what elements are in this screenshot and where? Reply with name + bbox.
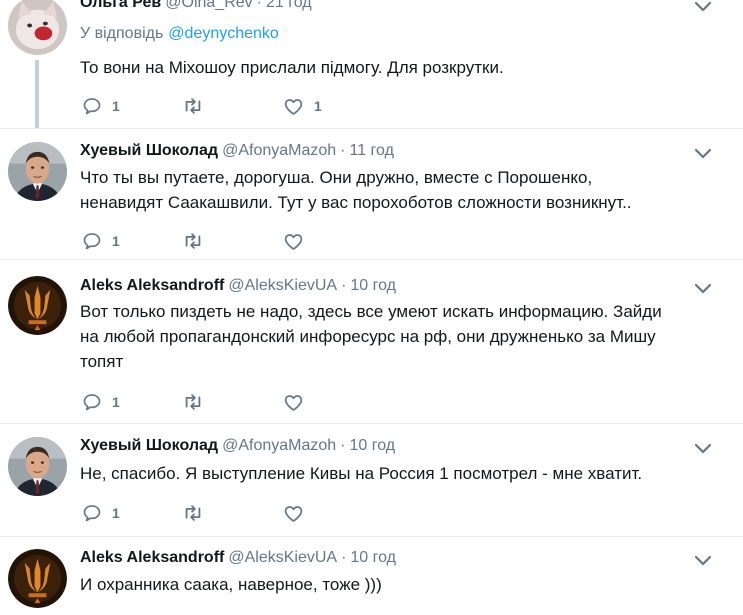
like-button[interactable] <box>283 502 304 524</box>
timestamp[interactable]: 10 год <box>350 549 396 566</box>
retweet-button[interactable] <box>182 230 204 252</box>
tweet-text-line: ненавидят Саакашвили. Тут у вас порохобо… <box>80 193 632 212</box>
reply-count: 1 <box>112 394 120 410</box>
separator-dot: · <box>341 549 347 566</box>
tweet-text-line: Вот только пиздеть не надо, здесь все ум… <box>80 302 662 321</box>
separator-dot: · <box>340 142 346 159</box>
reply-icon <box>82 392 102 412</box>
tweet-text-line: И охранника саака, наверное, тоже ))) <box>80 575 382 594</box>
chevron-down-icon[interactable] <box>693 554 713 568</box>
timestamp[interactable]: 10 год <box>349 437 395 454</box>
tweet-header: Хуевый Шоколад @AfonyaMazoh · 11 год <box>80 142 394 160</box>
user-handle[interactable]: @AfonyaMazoh <box>222 437 336 454</box>
tweet-text-line: на любой пропагандонский инфоресурс на р… <box>80 327 656 346</box>
avatar[interactable] <box>8 276 67 335</box>
reply-icon <box>82 231 102 251</box>
user-handle[interactable]: @AleksKievUA <box>228 277 337 294</box>
display-name[interactable]: Ольга Рев <box>80 0 161 11</box>
avatar[interactable] <box>8 437 67 496</box>
reply-button[interactable]: 1 <box>82 95 120 117</box>
user-handle[interactable]: @AfonyaMazoh <box>222 142 336 159</box>
tweet-header: Aleks Aleksandroff @AleksKievUA · 10 год <box>80 277 396 295</box>
heart-icon <box>283 392 304 413</box>
tweet-text-line: То вони на Міхошоу прислали підмогу. Для… <box>80 58 504 77</box>
user-handle[interactable]: @Olha_Rev <box>165 0 252 11</box>
reply-icon <box>82 96 102 116</box>
tweet-text: Не, спасибо. Я выступление Кивы на Росси… <box>80 461 720 486</box>
reply-button[interactable]: 1 <box>82 230 120 252</box>
retweet-button[interactable] <box>182 502 204 524</box>
separator-dot: · <box>341 277 347 294</box>
tweet-text: Вот только пиздеть не надо, здесь все ум… <box>80 299 720 374</box>
avatar[interactable] <box>8 0 67 55</box>
timestamp[interactable]: 10 год <box>350 277 396 294</box>
heart-icon <box>283 503 304 524</box>
avatar[interactable] <box>8 549 67 608</box>
tweet-text: И охранника саака, наверное, тоже ))) <box>80 572 720 597</box>
tweet[interactable]: Ольга Рев @Olha_Rev · 21 год У відповідь @de… <box>0 0 743 128</box>
like-count: 1 <box>314 98 322 114</box>
tweet-text-line: топят <box>80 352 124 371</box>
reply-prefix: У відповідь <box>80 25 164 42</box>
tweet-header: Хуевый Шоколад @AfonyaMazoh · 10 год <box>80 437 395 455</box>
display-name[interactable]: Aleks Aleksandroff <box>80 277 224 294</box>
display-name[interactable]: Aleks Aleksandroff <box>80 549 224 566</box>
retweet-button[interactable] <box>182 95 204 117</box>
tweet[interactable]: Хуевый Шоколад @AfonyaMazoh · 10 год Не, сп… <box>0 424 743 536</box>
tweet[interactable]: Aleks Aleksandroff @AleksKievUA · 10 год И … <box>0 537 743 615</box>
chevron-down-icon[interactable] <box>693 0 713 14</box>
tweet-text-line: Что ты вы путаете, дорогуша. Они дружно,… <box>80 168 593 187</box>
retweet-button[interactable] <box>182 391 204 413</box>
tweet-text-line: Не, спасибо. Я выступление Кивы на Росси… <box>80 464 643 483</box>
chevron-down-icon[interactable] <box>693 282 713 296</box>
like-button[interactable] <box>283 391 304 413</box>
heart-icon <box>283 96 304 117</box>
separator-dot: · <box>340 437 346 454</box>
retweet-icon <box>182 95 204 117</box>
tweet-text: То вони на Міхошоу прислали підмогу. Для… <box>80 55 720 80</box>
tweet-header: Ольга Рев @Olha_Rev · 21 год <box>80 0 312 12</box>
user-handle[interactable]: @AleksKievUA <box>228 549 337 566</box>
retweet-icon <box>182 502 204 524</box>
display-name[interactable]: Хуевый Шоколад <box>80 142 218 159</box>
like-button[interactable] <box>283 230 304 252</box>
tweet[interactable]: Aleks Aleksandroff @AleksKievUA · 10 год Во… <box>0 260 743 423</box>
like-button[interactable]: 1 <box>283 95 322 117</box>
separator-dot: · <box>256 0 262 11</box>
thread-line <box>35 60 39 128</box>
reply-button[interactable]: 1 <box>82 502 120 524</box>
tweet-header: Aleks Aleksandroff @AleksKievUA · 10 год <box>80 549 396 567</box>
reply-count: 1 <box>112 505 120 521</box>
chevron-down-icon[interactable] <box>693 442 713 456</box>
reply-mention-link[interactable]: @deynychenko <box>168 25 279 42</box>
chevron-down-icon[interactable] <box>693 147 713 161</box>
reply-count: 1 <box>112 98 120 114</box>
reply-icon <box>82 503 102 523</box>
timestamp[interactable]: 21 год <box>266 0 312 11</box>
reply-context: У відповідь @deynychenko <box>80 25 279 43</box>
tweet-text: Что ты вы путаете, дорогуша. Они дружно,… <box>80 165 720 215</box>
timestamp[interactable]: 11 год <box>349 142 393 159</box>
tweet[interactable]: Хуевый Шоколад @AfonyaMazoh · 11 год Что ты… <box>0 129 743 259</box>
display-name[interactable]: Хуевый Шоколад <box>80 437 218 454</box>
retweet-icon <box>182 391 204 413</box>
retweet-icon <box>182 230 204 252</box>
reply-button[interactable]: 1 <box>82 391 120 413</box>
heart-icon <box>283 231 304 252</box>
avatar[interactable] <box>8 142 67 201</box>
reply-count: 1 <box>112 233 120 249</box>
